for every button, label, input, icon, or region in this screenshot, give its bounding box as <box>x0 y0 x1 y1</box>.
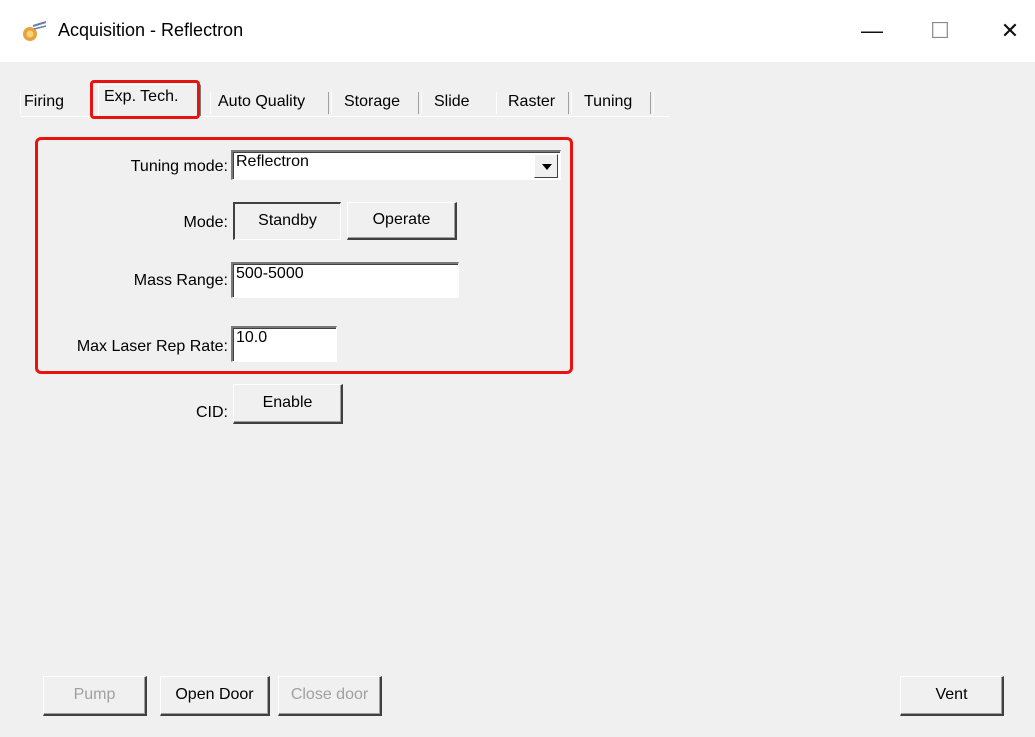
highlight-tab-box <box>90 80 200 119</box>
tab-tuning[interactable]: Tuning <box>578 90 654 114</box>
tab-label: Slide <box>434 93 470 110</box>
tab-label: Firing <box>24 93 65 110</box>
tab-label: Raster <box>508 93 556 110</box>
tab-firing[interactable]: Firing <box>24 90 82 114</box>
pump-button[interactable]: Pump <box>43 676 147 716</box>
window-title: Acquisition - Reflectron <box>58 20 244 40</box>
title-bar: Acquisition - Reflectron — ☐ ✕ <box>0 0 1035 62</box>
open-door-button[interactable]: Open Door <box>160 676 270 716</box>
tab-slide[interactable]: Slide <box>428 90 498 114</box>
app-icon <box>23 21 47 41</box>
tab-label: Tuning <box>584 93 633 110</box>
close-door-button[interactable]: Close door <box>278 676 382 716</box>
maximize-icon[interactable]: ☐ <box>920 14 960 48</box>
minimize-icon[interactable]: — <box>852 14 892 48</box>
tab-label: Storage <box>344 93 401 110</box>
tab-label: Auto Quality <box>218 93 306 110</box>
tab-auto-quality[interactable]: Auto Quality <box>212 90 332 114</box>
tab-storage[interactable]: Storage <box>338 90 422 114</box>
vent-button[interactable]: Vent <box>900 676 1004 716</box>
close-icon[interactable]: ✕ <box>990 14 1030 48</box>
highlight-settings-box <box>35 137 573 374</box>
cid-enable-button[interactable]: Enable <box>233 384 343 424</box>
tab-raster[interactable]: Raster <box>500 90 572 114</box>
cid-label: CID: <box>196 404 228 421</box>
